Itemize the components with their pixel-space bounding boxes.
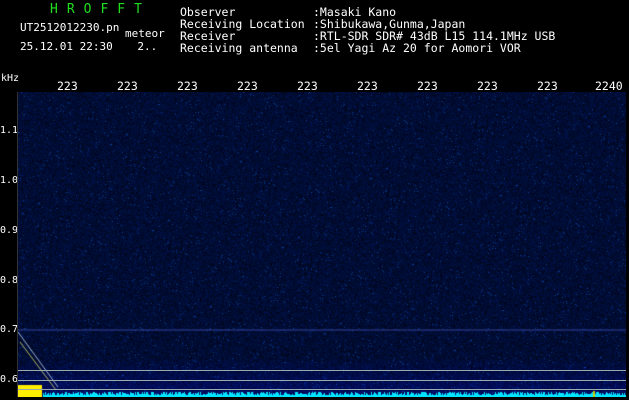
reference-line-upper	[18, 370, 626, 371]
spectrogram	[18, 92, 626, 397]
x-tick-9: 223	[537, 79, 558, 93]
y-tick-1.1: 1.1	[0, 125, 19, 136]
file-name: UT2512012230.pn	[20, 21, 120, 34]
x-tick-10: 2240	[595, 79, 623, 93]
antenna-value: :5el Yagi Az 20 for Aomori VOR	[313, 41, 521, 55]
x-tick-5: 223	[297, 79, 318, 93]
x-tick-3: 223	[177, 79, 198, 93]
y-tick-0.7: 0.7	[0, 324, 19, 335]
x-tick-7: 223	[417, 79, 438, 93]
x-tick-2: 223	[117, 79, 138, 93]
date-time-value: 25.12.01 22:30	[20, 40, 113, 53]
x-tick-6: 223	[357, 79, 378, 93]
antenna-label: Receiving antenna	[180, 41, 298, 55]
brand-title: HROFFT	[50, 2, 151, 17]
reference-line-lower	[18, 389, 626, 390]
y-axis-line	[17, 92, 18, 397]
date-time: 25.12.01 22:30 2..	[20, 40, 157, 53]
spectrogram-canvas	[18, 92, 626, 397]
x-tick-8: 223	[477, 79, 498, 93]
x-tick-4: 223	[237, 79, 258, 93]
y-axis-unit: kHz	[1, 73, 20, 84]
y-tick-0.6: 0.6	[0, 374, 19, 385]
count-text: 2..	[137, 40, 158, 53]
y-tick-0.8: 0.8	[0, 275, 19, 286]
meteor-label: meteor	[125, 27, 165, 40]
y-tick-1.0: 1.0	[0, 175, 19, 186]
y-tick-0.9: 0.9	[0, 225, 19, 236]
x-tick-1: 223	[57, 79, 78, 93]
reference-line-middle	[18, 380, 626, 381]
